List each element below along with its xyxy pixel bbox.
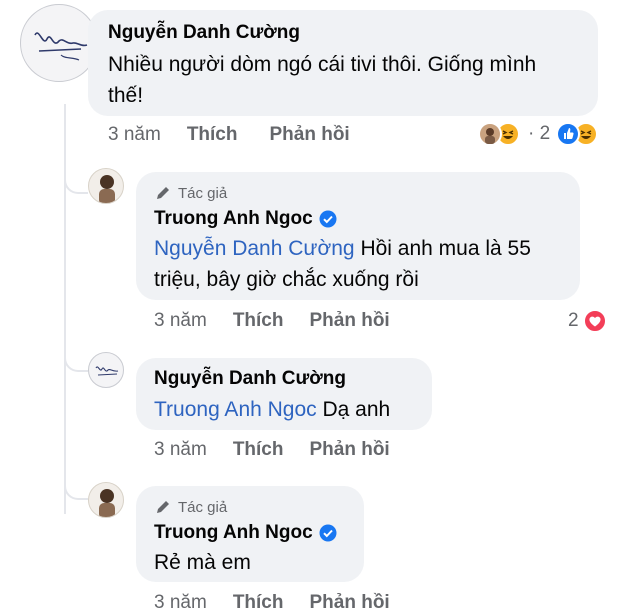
reaction-count: · 2	[528, 123, 551, 144]
comment-author-name[interactable]: Nguyễn Danh Cường	[154, 368, 346, 390]
reply-button[interactable]: Phản hồi	[309, 439, 389, 461]
comment-author-name[interactable]: Nguyễn Danh Cường	[108, 22, 300, 44]
author-badge: Tác giả	[154, 498, 227, 516]
verified-badge-icon	[319, 210, 337, 228]
pencil-icon	[157, 187, 169, 199]
comment-actions: 3 năm Thích Phản hồi	[154, 310, 390, 332]
author-badge: Tác giả	[154, 184, 227, 202]
comment-text-line: triệu, bây giờ chắc xuống rồi	[154, 268, 419, 291]
comment-text: Dạ anh	[316, 398, 391, 421]
comment-author-name: Truong Anh Ngoc	[154, 208, 337, 230]
like-button[interactable]: Thích	[233, 592, 284, 614]
comment-time[interactable]: 3 năm	[154, 310, 207, 332]
avatar-truong-anh-ngoc[interactable]	[88, 482, 124, 518]
pencil-icon	[157, 501, 169, 513]
person-avatar	[99, 175, 115, 203]
comment-actions: 3 năm Thích Phản hồi	[108, 124, 350, 146]
reaction-summary[interactable]: · 2	[478, 122, 599, 146]
love-reaction-icon	[582, 309, 607, 333]
avatar-nguyen-danh-cuong[interactable]	[20, 4, 98, 82]
author-badge-label: Tác giả	[178, 184, 228, 202]
comment-actions: 3 năm Thích Phản hồi	[154, 592, 390, 614]
person-avatar	[478, 122, 502, 146]
like-button[interactable]: Thích	[187, 124, 238, 146]
comment-time[interactable]: 3 năm	[108, 124, 161, 146]
comment-text: Hồi anh mua là 55	[354, 237, 531, 260]
avatar-nguyen-danh-cuong[interactable]	[88, 352, 124, 388]
comment-text-line: Nguyễn Danh Cường Hồi anh mua là 55	[154, 233, 531, 264]
reply-button[interactable]: Phản hồi	[269, 124, 349, 146]
comment-time[interactable]: 3 năm	[154, 439, 207, 461]
like-button[interactable]: Thích	[233, 439, 284, 461]
reply-button[interactable]: Phản hồi	[309, 592, 389, 614]
reaction-count: 2	[568, 310, 579, 331]
thread-hook-2	[64, 348, 88, 372]
comment-actions: 3 năm Thích Phản hồi	[154, 439, 390, 461]
mention-link[interactable]: Nguyễn Danh Cường	[154, 237, 355, 260]
author-badge-label: Tác giả	[178, 498, 228, 516]
comment-text-line: Truong Anh Ngoc Dạ anh	[154, 394, 390, 425]
author-name-text[interactable]: Truong Anh Ngoc	[154, 522, 313, 544]
signature-avatar	[34, 32, 88, 61]
comment-text-line: Nhiều người dòm ngó cái tivi thôi. Giống…	[108, 53, 537, 76]
reply-button[interactable]: Phản hồi	[309, 310, 389, 332]
thread-hook-3	[64, 476, 88, 500]
thread-hook-1	[64, 170, 88, 194]
author-name-text[interactable]: Truong Anh Ngoc	[154, 208, 313, 230]
verified-badge-icon	[319, 524, 337, 542]
like-button[interactable]: Thích	[233, 310, 284, 332]
comment-text-line: Rẻ mà em	[154, 551, 251, 574]
mention-link[interactable]: Truong Anh Ngoc	[154, 398, 317, 421]
comment-text-line: thế!	[108, 84, 144, 107]
thread-line-main	[64, 104, 66, 514]
signature-avatar	[95, 366, 119, 376]
comment-time[interactable]: 3 năm	[154, 592, 207, 614]
comment-author-name: Truong Anh Ngoc	[154, 522, 337, 544]
avatar-truong-anh-ngoc[interactable]	[88, 168, 124, 204]
person-avatar	[99, 489, 115, 517]
reaction-summary[interactable]: 2	[568, 309, 607, 333]
like-reaction-icon	[556, 122, 581, 146]
